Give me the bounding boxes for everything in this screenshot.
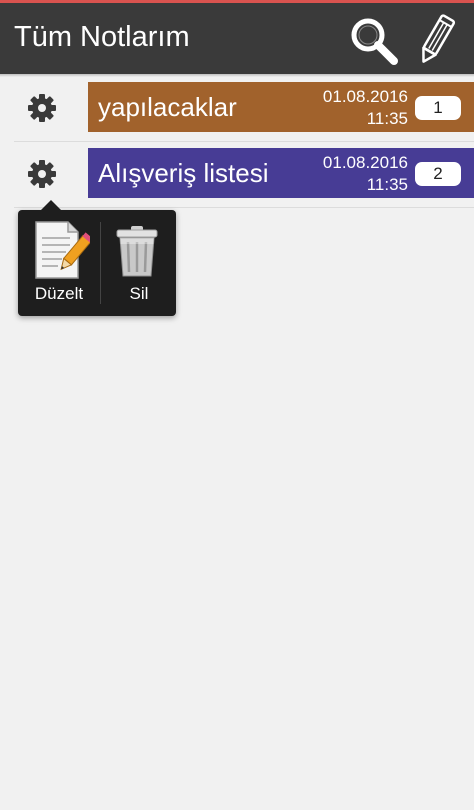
popup-separator: [100, 222, 101, 304]
note-date: 01.08.2016: [322, 153, 408, 172]
page-title: Tüm Notlarım: [14, 21, 190, 53]
delete-label: Sil: [129, 284, 149, 303]
app-screen: Tüm Notlarım yapılacaklar 01.08.2016 11:…: [0, 0, 474, 810]
row-divider: [14, 207, 474, 208]
delete-note-button[interactable]: Sil: [102, 210, 176, 316]
action-bar-shadow: [0, 74, 474, 77]
note-settings-button[interactable]: [26, 158, 58, 190]
note-card[interactable]: Alışveriş listesi 01.08.2016 11:35 2: [88, 148, 474, 198]
note-settings-button[interactable]: [26, 92, 58, 124]
trash-icon: [116, 226, 158, 277]
note-count-badge: 1: [415, 96, 461, 120]
gear-icon: [28, 160, 56, 188]
action-bar: Tüm Notlarım: [0, 3, 474, 74]
note-title: Alışveriş listesi: [98, 158, 269, 188]
note-card[interactable]: yapılacaklar 01.08.2016 11:35 1: [88, 82, 474, 132]
note-row: Alışveriş listesi 01.08.2016 11:35 2: [0, 144, 474, 206]
note-time: 11:35: [366, 175, 408, 194]
note-time: 11:35: [366, 109, 408, 128]
row-divider: [14, 141, 474, 142]
search-icon: [351, 18, 398, 65]
edit-note-button[interactable]: Düzelt: [18, 210, 100, 316]
pencil-icon: [422, 14, 456, 63]
edit-document-icon: [35, 221, 90, 279]
edit-label: Düzelt: [34, 284, 84, 303]
note-context-menu: Düzelt Sil: [18, 200, 176, 316]
note-title: yapılacaklar: [98, 92, 237, 122]
search-button[interactable]: [346, 13, 400, 67]
gear-icon: [28, 94, 56, 122]
note-row: yapılacaklar 01.08.2016 11:35 1: [0, 78, 474, 140]
note-date: 01.08.2016: [322, 87, 408, 106]
note-count-badge: 2: [415, 162, 461, 186]
new-note-button[interactable]: [414, 13, 458, 67]
